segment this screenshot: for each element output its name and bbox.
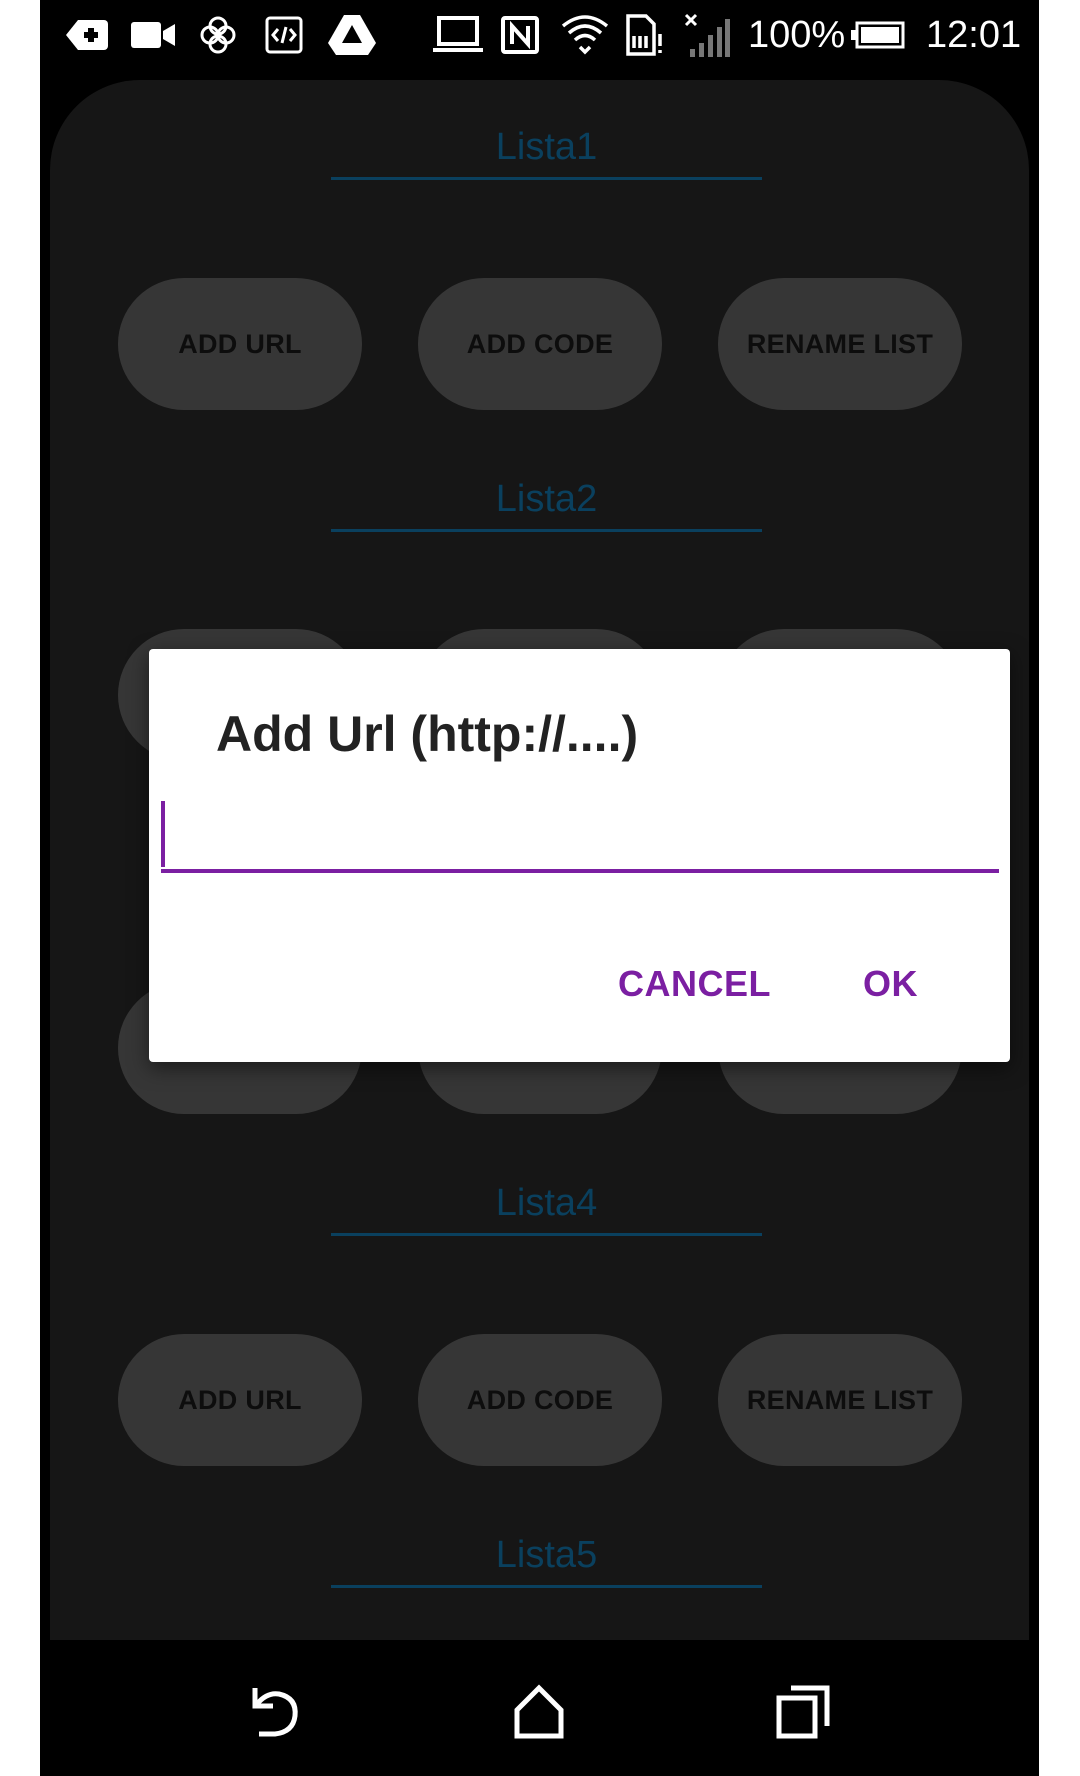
status-bar: 100% 12:01 xyxy=(40,0,1039,72)
video-camera-icon xyxy=(128,12,178,58)
navigation-bar xyxy=(40,1642,1039,1776)
status-clock: 12:01 xyxy=(926,14,1022,56)
wifi-icon xyxy=(560,12,610,58)
laptop-icon xyxy=(432,12,484,58)
cancel-button[interactable]: CANCEL xyxy=(618,963,771,1005)
recents-icon[interactable] xyxy=(773,1682,833,1742)
hexagon-pattern-icon xyxy=(196,12,240,58)
add-url-dialog: Add Url (http://....) CANCEL OK xyxy=(149,649,1010,1062)
home-icon[interactable] xyxy=(509,1682,569,1742)
battery-icon xyxy=(850,12,906,58)
nfc-icon xyxy=(498,12,542,58)
device-screen: 100% 12:01 Lista1 ADD URL ADD CODE RENAM… xyxy=(40,0,1039,1776)
url-input[interactable] xyxy=(161,801,999,873)
back-icon[interactable] xyxy=(245,1682,305,1742)
battery-percent: 100% xyxy=(748,14,846,56)
add-notification-icon xyxy=(64,12,110,58)
code-box-icon xyxy=(262,12,306,58)
dialog-title: Add Url (http://....) xyxy=(216,706,639,762)
text-cursor xyxy=(161,801,165,867)
sim-card-alert-icon xyxy=(622,12,666,58)
no-signal-icon xyxy=(682,12,732,58)
drive-icon xyxy=(326,12,378,58)
ok-button[interactable]: OK xyxy=(863,963,918,1005)
